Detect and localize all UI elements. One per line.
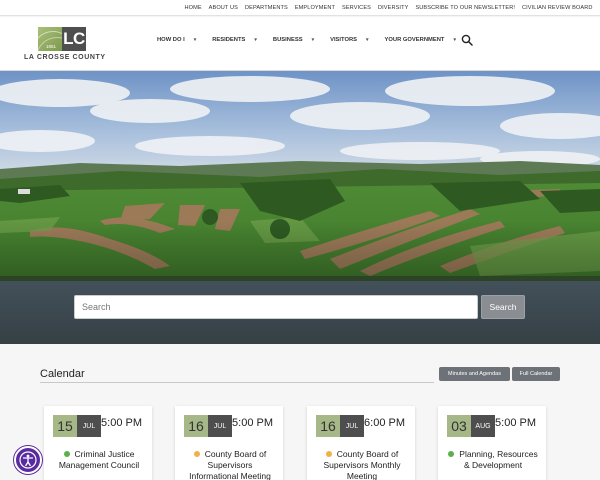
event-date: 16 JUL (316, 415, 364, 437)
hero-banner: Search Search (0, 71, 600, 344)
nav-residents[interactable]: Residents ▾ (212, 37, 257, 43)
calendar-heading: Calendar (40, 368, 85, 380)
minutes-agendas-button[interactable]: Minutes and Agendas (439, 367, 510, 381)
full-calendar-button[interactable]: Full Calendar (512, 367, 560, 381)
accessibility-icon (19, 451, 37, 469)
category-dot-icon (193, 451, 200, 457)
nav-your-government[interactable]: Your Government ▾ (385, 37, 456, 43)
event-title-wrap: Criminal Justice Management Council (52, 449, 146, 471)
event-time: 5:00 PM (232, 417, 273, 429)
event-time: 6:00 PM (364, 417, 405, 429)
event-date: 15 JUL (53, 415, 101, 437)
accessibility-button[interactable] (14, 446, 42, 474)
event-card[interactable]: 16 JUL 6:00 PM County Board of Superviso… (307, 406, 415, 480)
caret-down-icon: ▾ (254, 37, 257, 43)
utility-link-about-us[interactable]: About Us (205, 5, 241, 11)
event-title-wrap: County Board of Supervisors Informationa… (183, 449, 277, 480)
logo-year: 1851 (46, 44, 57, 49)
event-title-wrap: Planning, Resources & Development (446, 449, 540, 471)
event-card[interactable]: 16 JUL 5:00 PM County Board of Superviso… (175, 406, 283, 480)
logo-initials: LC (62, 27, 86, 51)
nav-label: Your Government (384, 37, 445, 43)
event-title[interactable]: Criminal Justice Management Council (59, 449, 139, 470)
nav-label: Visitors (330, 37, 358, 43)
utility-nav: Home About Us Departments Employment Ser… (181, 0, 596, 16)
event-day: 03 (447, 415, 471, 437)
utility-link-employment[interactable]: Employment (291, 5, 338, 11)
calendar-section: Calendar Minutes and Agendas Full Calend… (0, 344, 600, 480)
event-month: AUG (471, 415, 495, 437)
event-time: 5:00 PM (101, 417, 142, 429)
caret-down-icon: ▾ (453, 37, 456, 43)
event-month: JUL (77, 415, 101, 437)
category-dot-icon (63, 451, 70, 457)
event-date: 16 JUL (184, 415, 232, 437)
utility-bar: Home About Us Departments Employment Ser… (0, 0, 600, 16)
logo-name: LA CROSSE COUNTY (24, 54, 106, 61)
site-search-input[interactable]: Search (74, 295, 478, 319)
nav-label: Residents (212, 37, 246, 43)
nav-label: How Do I (157, 37, 185, 43)
utility-link-diversity[interactable]: Diversity (375, 5, 412, 11)
utility-link-home[interactable]: Home (181, 5, 205, 11)
event-day: 16 (184, 415, 208, 437)
utility-link-services[interactable]: Services (339, 5, 375, 11)
event-title[interactable]: County Board of Supervisors Informationa… (189, 449, 271, 480)
main-nav: How Do I ▾ Residents ▾ Business ▾ Visito… (157, 17, 472, 63)
site-search-button[interactable]: Search (481, 295, 525, 319)
site-header: 1851 LC LA CROSSE COUNTY How Do I ▾ Resi… (0, 17, 600, 71)
utility-link-newsletter[interactable]: Subscribe to our Newsletter! (412, 5, 519, 11)
caret-down-icon: ▾ (193, 37, 197, 43)
nav-visitors[interactable]: Visitors ▾ (330, 37, 368, 43)
divider (40, 382, 434, 383)
event-day: 15 (53, 415, 77, 437)
nav-label: Business (272, 37, 303, 43)
caret-down-icon: ▾ (366, 37, 369, 43)
event-card[interactable]: 15 JUL 5:00 PM Criminal Justice Manageme… (44, 406, 152, 480)
utility-link-civilian-review-board[interactable]: Civilian Review Board (519, 5, 596, 11)
county-logo[interactable]: 1851 LC LA CROSSE COUNTY (24, 27, 106, 67)
category-dot-icon (325, 451, 332, 457)
event-title[interactable]: Planning, Resources & Development (459, 449, 537, 470)
event-month: JUL (340, 415, 364, 437)
event-card[interactable]: 03 AUG 5:00 PM Planning, Resources & Dev… (438, 406, 546, 480)
search-icon[interactable] (461, 34, 473, 46)
event-month: JUL (208, 415, 232, 437)
event-date: 03 AUG (447, 415, 495, 437)
event-title-wrap: County Board of Supervisors Monthly Meet… (315, 449, 409, 480)
caret-down-icon: ▾ (311, 37, 315, 43)
event-day: 16 (316, 415, 340, 437)
logo-mark: 1851 LC (38, 27, 86, 51)
nav-business[interactable]: Business ▾ (273, 37, 314, 43)
category-dot-icon (448, 451, 455, 457)
nav-how-do-i[interactable]: How Do I ▾ (157, 37, 196, 43)
event-title[interactable]: County Board of Supervisors Monthly Meet… (323, 449, 400, 480)
event-time: 5:00 PM (495, 417, 536, 429)
utility-link-departments[interactable]: Departments (241, 5, 291, 11)
